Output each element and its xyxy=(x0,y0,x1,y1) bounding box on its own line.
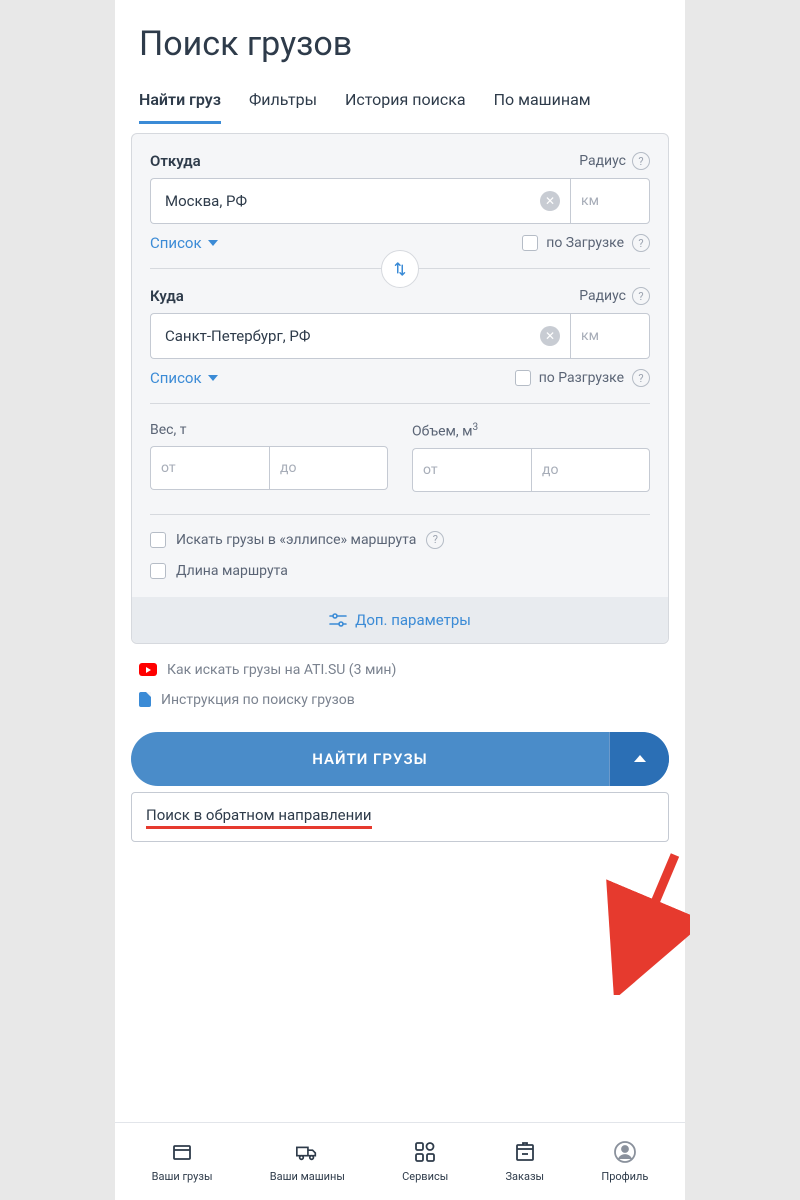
from-label: Откуда xyxy=(150,152,201,170)
search-dropdown-toggle[interactable] xyxy=(609,732,669,786)
profile-icon xyxy=(613,1140,637,1164)
from-radius-label: Радиус ? xyxy=(579,152,650,170)
weight-label: Вес, т xyxy=(150,422,388,438)
doc-help-link[interactable]: Инструкция по поиску грузов xyxy=(139,692,661,708)
clear-from-icon[interactable]: ✕ xyxy=(540,191,560,211)
tabs-bar: Найти груз Фильтры История поиска По маш… xyxy=(115,72,685,125)
search-dropdown-menu: Поиск в обратном направлении xyxy=(131,792,669,842)
from-load-label: по Загрузке xyxy=(546,235,624,251)
swap-icon xyxy=(391,260,409,278)
nav-services[interactable]: Сервисы xyxy=(402,1140,448,1183)
swap-button[interactable] xyxy=(381,250,419,288)
route-length-checkbox[interactable] xyxy=(150,563,166,579)
chevron-down-icon xyxy=(208,375,218,381)
ellipse-label: Искать грузы в «эллипсе» маршрута xyxy=(176,532,416,548)
chevron-down-icon xyxy=(208,240,218,246)
volume-label: Объем, м3 xyxy=(412,422,650,440)
caret-up-icon xyxy=(634,755,646,762)
nav-your-cargo[interactable]: Ваши грузы xyxy=(152,1140,213,1183)
grid-icon xyxy=(413,1140,437,1164)
from-list-link[interactable]: Список xyxy=(150,234,218,252)
sliders-icon xyxy=(329,613,347,627)
tab-find-cargo[interactable]: Найти груз xyxy=(139,90,221,124)
document-icon xyxy=(139,692,151,707)
help-icon[interactable]: ? xyxy=(632,152,650,170)
reverse-search-option[interactable]: Поиск в обратном направлении xyxy=(146,806,372,829)
weight-volume-row: Вес, т Объем, м3 xyxy=(132,404,668,514)
help-icon[interactable]: ? xyxy=(426,531,444,549)
nav-profile[interactable]: Профиль xyxy=(601,1140,648,1183)
volume-from-input[interactable] xyxy=(412,448,531,492)
bottom-nav: Ваши грузы Ваши машины Сервисы Заказы Пр… xyxy=(115,1122,685,1200)
to-unload-checkbox[interactable] xyxy=(515,370,531,386)
extra-options: Искать грузы в «эллипсе» маршрута ? Длин… xyxy=(132,515,668,597)
to-section: Куда Радиус ? ✕ Список xyxy=(132,269,668,403)
clear-to-icon[interactable]: ✕ xyxy=(540,326,560,346)
app-container: Поиск грузов Найти груз Фильтры История … xyxy=(115,0,685,1200)
from-city-input[interactable] xyxy=(150,178,570,224)
help-icon[interactable]: ? xyxy=(632,234,650,252)
to-city-input[interactable] xyxy=(150,313,570,359)
nav-your-trucks[interactable]: Ваши машины xyxy=(270,1140,345,1183)
tab-filters[interactable]: Фильтры xyxy=(249,90,317,124)
route-length-label: Длина маршрута xyxy=(176,563,288,579)
ellipse-checkbox[interactable] xyxy=(150,532,166,548)
help-links: Как искать грузы на ATI.SU (3 мин) Инстр… xyxy=(115,644,685,716)
search-button-label[interactable]: НАЙТИ ГРУЗЫ xyxy=(131,732,609,786)
volume-to-input[interactable] xyxy=(531,448,650,492)
more-params-button[interactable]: Доп. параметры xyxy=(132,597,668,643)
help-icon[interactable]: ? xyxy=(632,287,650,305)
to-label: Куда xyxy=(150,287,184,305)
youtube-icon xyxy=(139,663,157,676)
to-radius-label: Радиус ? xyxy=(579,287,650,305)
to-list-link[interactable]: Список xyxy=(150,369,218,387)
tab-by-trucks[interactable]: По машинам xyxy=(494,90,591,124)
box-icon xyxy=(170,1140,194,1164)
to-unload-label: по Разгрузке xyxy=(539,370,624,386)
tab-history[interactable]: История поиска xyxy=(345,90,466,124)
from-load-checkbox[interactable] xyxy=(522,235,538,251)
section-divider xyxy=(150,268,650,269)
from-radius-input[interactable] xyxy=(570,178,650,224)
search-button-row: НАЙТИ ГРУЗЫ xyxy=(115,716,685,786)
page-title: Поиск грузов xyxy=(115,0,685,72)
help-icon[interactable]: ? xyxy=(632,369,650,387)
to-radius-input[interactable] xyxy=(570,313,650,359)
weight-from-input[interactable] xyxy=(150,446,269,490)
orders-icon xyxy=(513,1140,537,1164)
search-button[interactable]: НАЙТИ ГРУЗЫ xyxy=(131,732,669,786)
weight-to-input[interactable] xyxy=(269,446,388,490)
video-help-link[interactable]: Как искать грузы на ATI.SU (3 мин) xyxy=(139,662,661,678)
search-form: Откуда Радиус ? ✕ Список xyxy=(131,133,669,644)
truck-icon xyxy=(295,1140,319,1164)
nav-orders[interactable]: Заказы xyxy=(506,1140,545,1183)
from-section: Откуда Радиус ? ✕ Список xyxy=(132,134,668,268)
